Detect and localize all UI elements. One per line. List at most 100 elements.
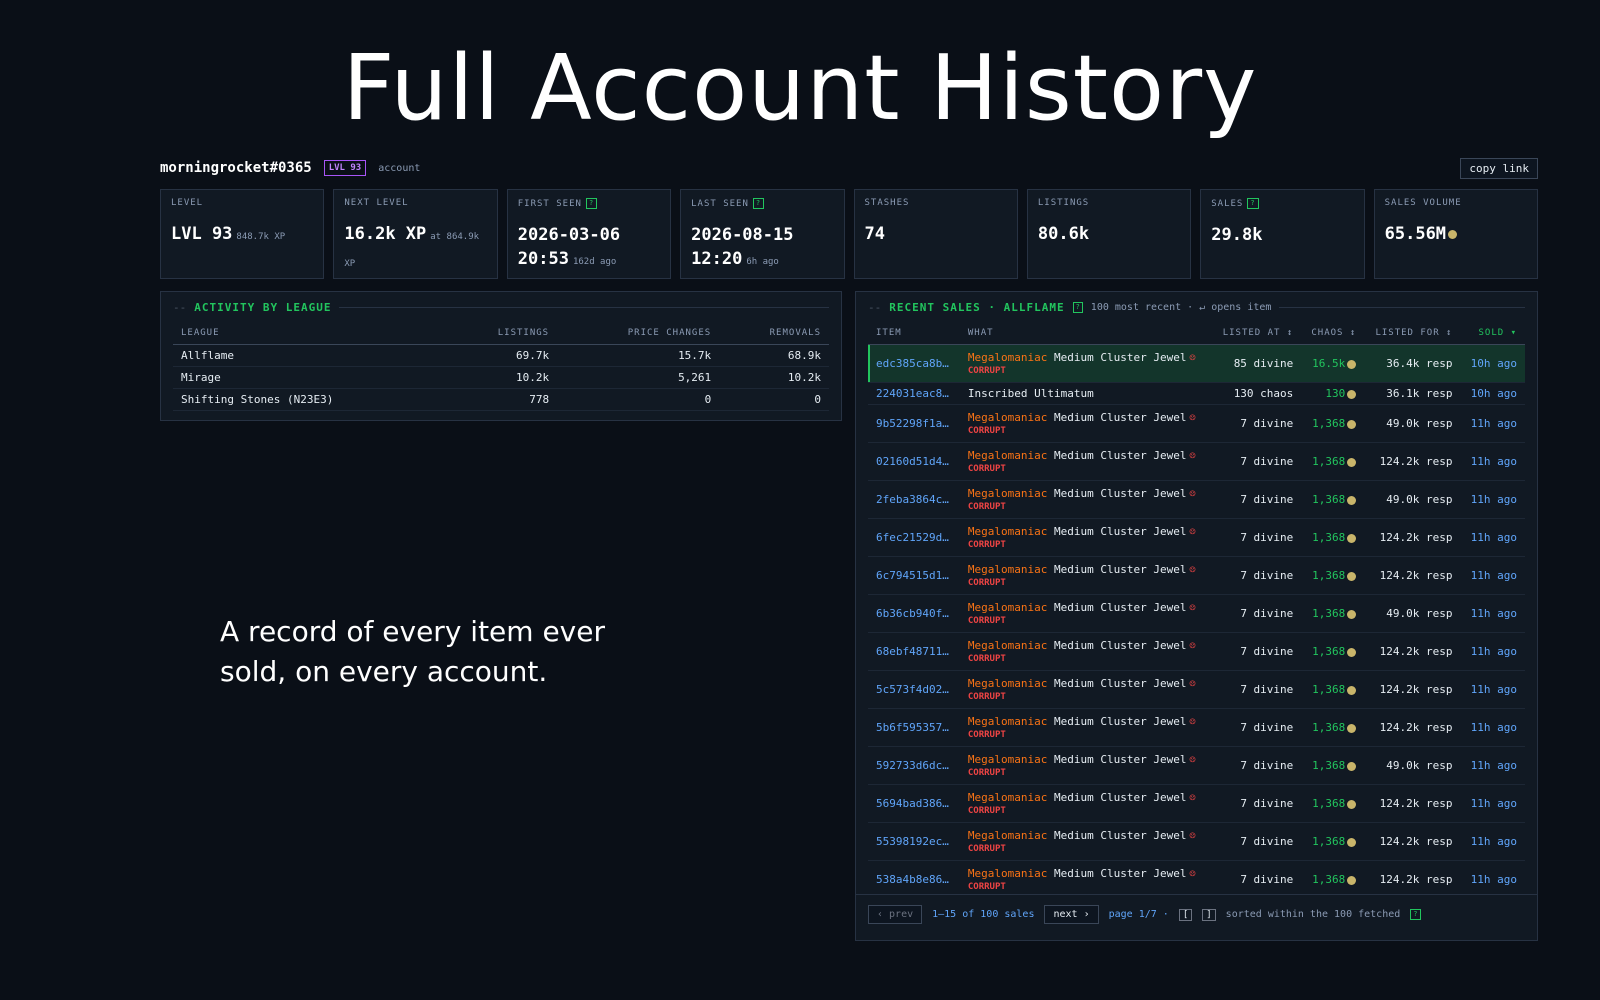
tagline: A record of every item ever sold, on eve… — [220, 615, 605, 688]
copy-link-button[interactable]: copy link — [1460, 157, 1538, 179]
sale-row[interactable]: 2feba3864c… Megalomaniac Medium Cluster J… — [868, 480, 1525, 519]
table-cell: 10.2k — [719, 366, 829, 389]
item-id-link[interactable]: 6c794515d1… — [868, 556, 960, 595]
item-name: Medium Cluster Jewel — [1053, 639, 1187, 652]
sold-time: 11h ago — [1460, 404, 1525, 443]
chaos-value: 1,368 — [1312, 531, 1346, 544]
item-id-link[interactable]: 55398192ec… — [868, 822, 960, 861]
what-cell: Megalomaniac Medium Cluster Jewel ☹ CORRUP… — [959, 442, 1212, 481]
sale-row[interactable]: 55398192ec… Megalomaniac Medium Cluster J… — [868, 822, 1525, 861]
sale-row[interactable]: edc385ca8b… Megalomaniac Medium Cluster J… — [868, 344, 1525, 383]
corrupt-label: CORRUPT — [967, 806, 1006, 816]
item-prefix: Megalomaniac — [967, 677, 1048, 690]
stat-value-wrap: 74 — [865, 222, 1007, 246]
chaos-cell: 1,368 — [1301, 556, 1365, 595]
item-id-link[interactable]: 9b52298f1a… — [868, 404, 960, 443]
chaos-coin-icon — [1347, 647, 1357, 657]
item-prefix: Megalomaniac — [967, 639, 1048, 652]
what-cell: Megalomaniac Medium Cluster Jewel ☹ CORRUP… — [959, 404, 1212, 443]
sale-row[interactable]: 68ebf48711… Megalomaniac Medium Cluster J… — [868, 632, 1525, 671]
help-icon[interactable]: ? — [1247, 198, 1259, 209]
sale-row[interactable]: 6c794515d1… Megalomaniac Medium Cluster J… — [868, 556, 1525, 595]
column-header[interactable]: SOLD ▾ — [1460, 322, 1525, 345]
help-icon[interactable]: ? — [585, 198, 598, 209]
listed-at: 7 divine — [1211, 518, 1302, 557]
item-id-link[interactable]: 5694bad386… — [868, 784, 960, 823]
prev-page-button[interactable]: ‹ prev — [868, 905, 923, 924]
item-id-link[interactable]: 224031eac8… — [868, 382, 960, 405]
sale-row[interactable]: 6fec21529d… Megalomaniac Medium Cluster J… — [868, 518, 1525, 557]
sold-time: 10h ago — [1460, 344, 1525, 383]
chaos-cell: 1,368 — [1301, 860, 1365, 894]
sale-row[interactable]: 9b52298f1a… Megalomaniac Medium Cluster J… — [868, 404, 1525, 443]
item-id-link[interactable]: 592733d6dc… — [868, 746, 960, 785]
header-rule — [339, 306, 829, 308]
item-name: Medium Cluster Jewel — [1053, 601, 1187, 614]
corrupt-icon: ☹ — [1189, 353, 1196, 364]
account-name: morningrocket#0365 — [160, 160, 312, 176]
item-prefix: Megalomaniac — [967, 867, 1048, 880]
stat-value-wrap: 80.6k — [1038, 222, 1180, 246]
item-id-link[interactable]: 02160d51d4… — [868, 442, 960, 481]
sale-row[interactable]: 538a4b8e86… Megalomaniac Medium Cluster J… — [868, 860, 1525, 894]
item-id-link[interactable]: edc385ca8b… — [868, 344, 960, 383]
listed-at: 7 divine — [1211, 746, 1302, 785]
table-cell: Shifting Stones (N23E3) — [173, 388, 448, 411]
next-page-button[interactable]: next › — [1044, 905, 1099, 924]
stat-value-wrap: 16.2k XP at 864.9k XP — [344, 222, 486, 276]
stat-card: LEVEL LVL 93 848.7k XP — [160, 189, 325, 279]
chaos-cell: 1,368 — [1301, 670, 1365, 709]
sale-row[interactable]: 592733d6dc… Megalomaniac Medium Cluster J… — [868, 746, 1525, 785]
column-header[interactable]: LISTED AT ↕ — [1211, 322, 1302, 345]
chaos-value: 1,368 — [1312, 569, 1346, 582]
sale-row[interactable]: 5694bad386… Megalomaniac Medium Cluster J… — [868, 784, 1525, 823]
table-row[interactable]: Mirage 10.2k 5,261 10.2k — [173, 366, 829, 389]
column-header[interactable]: LISTED FOR ↕ — [1364, 322, 1461, 345]
what-cell: Inscribed Ultimatum — [959, 382, 1212, 405]
chaos-coin-icon — [1347, 609, 1357, 619]
help-icon[interactable]: ? — [1410, 909, 1421, 920]
stat-value-wrap: 65.56M — [1385, 222, 1527, 246]
corrupt-icon: ☹ — [1189, 641, 1196, 652]
column-header[interactable]: CHAOS ↕ — [1301, 322, 1365, 345]
item-id-link[interactable]: 5c573f4d02… — [868, 670, 960, 709]
sold-time: 11h ago — [1460, 860, 1525, 894]
item-id-link[interactable]: 6fec21529d… — [868, 518, 960, 557]
chaos-value: 16.5k — [1312, 357, 1346, 370]
league-panel-header: -- ACTIVITY BY LEAGUE — [161, 292, 841, 322]
column-header: REMOVALS — [719, 322, 829, 345]
item-id-link[interactable]: 538a4b8e86… — [868, 860, 960, 894]
table-row[interactable]: Allflame 69.7k 15.7k 68.9k — [173, 344, 829, 367]
what-cell: Megalomaniac Medium Cluster Jewel ☹ CORRUP… — [959, 784, 1212, 823]
help-icon[interactable]: ? — [1072, 301, 1083, 313]
sale-row[interactable]: 5c573f4d02… Megalomaniac Medium Cluster J… — [868, 670, 1525, 709]
listed-for: 124.2k resp — [1364, 822, 1461, 861]
item-id-link[interactable]: 68ebf48711… — [868, 632, 960, 671]
item-name: Medium Cluster Jewel — [1053, 487, 1187, 500]
item-id-link[interactable]: 2feba3864c… — [868, 480, 960, 519]
chaos-cell: 16.5k — [1301, 344, 1365, 383]
chaos-coin-icon — [1347, 799, 1357, 809]
corrupt-label: CORRUPT — [967, 502, 1006, 512]
help-icon[interactable]: ? — [752, 198, 765, 209]
item-id-link[interactable]: 6b36cb940f… — [868, 594, 960, 633]
chaos-coin-icon — [1347, 761, 1357, 771]
corrupt-icon: ☹ — [1189, 489, 1196, 500]
sale-row[interactable]: 02160d51d4… Megalomaniac Medium Cluster J… — [868, 442, 1525, 481]
item-id-link[interactable]: 5b6f595357… — [868, 708, 960, 747]
chaos-cell: 1,368 — [1301, 784, 1365, 823]
chaos-value: 1,368 — [1312, 607, 1346, 620]
sold-time: 11h ago — [1460, 594, 1525, 633]
account-header: morningrocket#0365 LVL 93 account copy l… — [160, 156, 1538, 180]
sale-row[interactable]: 6b36cb940f… Megalomaniac Medium Cluster J… — [868, 594, 1525, 633]
corrupt-icon: ☹ — [1189, 831, 1196, 842]
item-name: Medium Cluster Jewel — [1053, 351, 1187, 364]
sale-row[interactable]: 224031eac8… Inscribed Ultimatum 130 chaos 1… — [868, 382, 1525, 405]
item-name: Medium Cluster Jewel — [1053, 411, 1187, 424]
corrupt-icon: ☹ — [1189, 755, 1196, 766]
corrupt-label: CORRUPT — [967, 540, 1006, 550]
table-row[interactable]: Shifting Stones (N23E3) 778 0 0 — [173, 388, 829, 411]
account-tag: account — [378, 162, 421, 174]
sale-row[interactable]: 5b6f595357… Megalomaniac Medium Cluster J… — [868, 708, 1525, 747]
stat-card: LISTINGS 80.6k — [1026, 189, 1192, 279]
